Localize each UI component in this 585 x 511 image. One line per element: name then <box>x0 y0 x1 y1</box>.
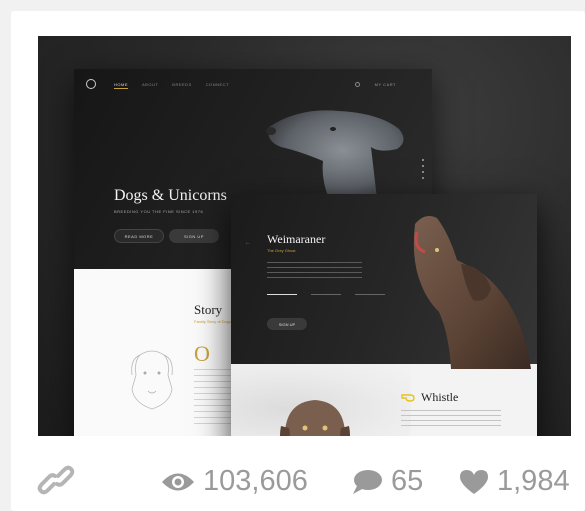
drop-cap: O <box>194 341 210 366</box>
comments-count: 65 <box>391 465 424 497</box>
comments-stat[interactable]: 65 <box>351 465 423 498</box>
scroll-indicator <box>422 159 424 183</box>
dog-sketch-illustration <box>131 350 173 410</box>
whistle-icon <box>401 394 415 402</box>
howling-dog-image <box>413 216 531 369</box>
story-subheading: Family Story of Dogs <box>194 319 232 324</box>
breed-tab <box>311 292 341 295</box>
speech-bubble-icon <box>353 469 382 494</box>
nav-item-breeds: BREEDS <box>172 82 192 87</box>
homepage-nav: HOME ABOUT BREEDS CONNECT <box>114 82 229 89</box>
cart-link: MY CART <box>374 82 396 87</box>
search-icon <box>355 82 360 87</box>
sign-up-button: SIGN UP <box>169 229 219 243</box>
dog-head-image <box>266 110 404 199</box>
shot-stats-bar: 103,606 65 1,984 <box>11 451 585 507</box>
whistle-heading: Whistle <box>421 390 459 404</box>
views-count: 103,606 <box>203 465 308 497</box>
breed-title: Weimaraner <box>267 232 326 246</box>
nav-item-home: HOME <box>114 82 128 89</box>
whistle-paragraph <box>401 410 501 426</box>
breed-tab <box>355 292 385 295</box>
breed-tabs <box>267 292 385 295</box>
story-paragraph <box>194 369 234 429</box>
likes-count: 1,984 <box>497 465 570 497</box>
nav-item-about: ABOUT <box>142 82 159 87</box>
dog-face-image <box>280 400 350 436</box>
shot-card: HOME ABOUT BREEDS CONNECT MY CART Dogs &… <box>11 11 585 511</box>
back-arrow-icon: ← <box>245 240 251 246</box>
homepage-subtitle: BREEDING YOU THE FINE SINCE 1976 <box>114 209 204 214</box>
breed-subtitle: The Grey Ghost <box>267 248 296 253</box>
homepage-title: Dogs & Unicorns <box>114 187 227 204</box>
breed-description <box>267 262 362 282</box>
link-icon[interactable] <box>37 461 75 499</box>
eye-icon <box>162 473 194 490</box>
views-stat: 103,606 <box>161 465 308 498</box>
breed-tab <box>267 292 297 295</box>
breed-sign-up-button: SIGN UP <box>267 318 307 330</box>
nav-item-connect: CONNECT <box>205 82 230 87</box>
story-heading: Story <box>194 302 223 317</box>
shot-thumbnail[interactable]: HOME ABOUT BREEDS CONNECT MY CART Dogs &… <box>38 36 571 436</box>
breed-hero: ← Weimaraner The Grey Ghost SIGN UP <box>231 194 537 369</box>
read-more-button: READ MORE <box>114 229 164 243</box>
heart-icon <box>460 469 488 494</box>
likes-stat[interactable]: 1,984 <box>459 465 570 498</box>
logo-icon <box>86 79 96 89</box>
mockup-breed-page: ← Weimaraner The Grey Ghost SIGN UP Whis… <box>231 194 537 436</box>
